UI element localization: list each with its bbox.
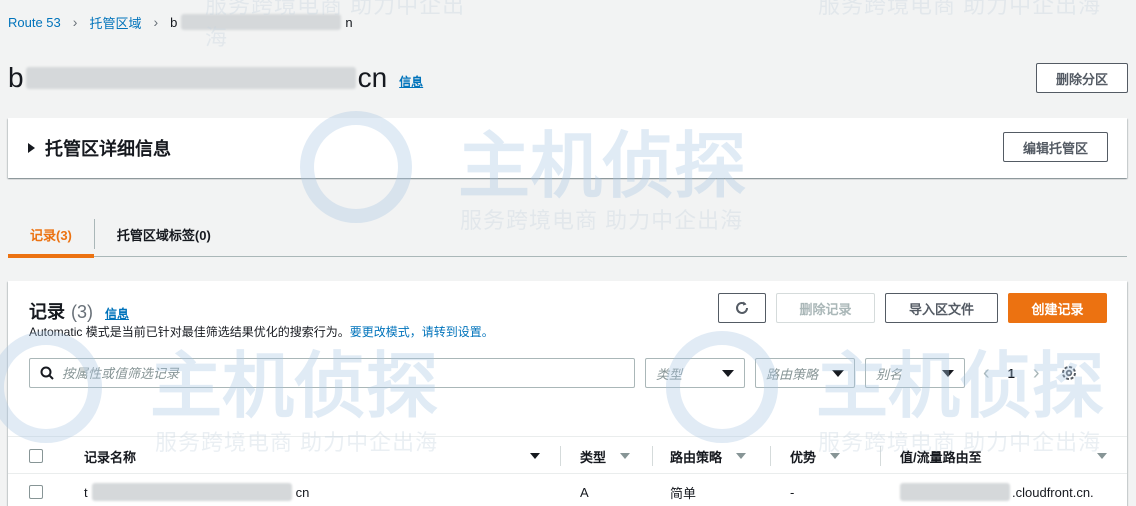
select-all-checkbox[interactable] bbox=[29, 449, 43, 463]
page-title-prefix: b bbox=[8, 62, 24, 93]
redacted-block bbox=[91, 483, 292, 501]
breadcrumb-hosted-zones-link[interactable]: 托管区域 bbox=[89, 13, 141, 32]
sort-caret-icon bbox=[620, 453, 631, 459]
record-value-suffix: .cloudfront.cn. bbox=[1012, 484, 1094, 500]
pagination: ‹ 1 › bbox=[983, 358, 1078, 388]
redacted-block bbox=[181, 14, 342, 30]
change-mode-link[interactable]: 要更改模式， bbox=[350, 325, 422, 339]
hosted-zone-details-toggle[interactable]: 托管区详细信息 bbox=[28, 135, 171, 161]
records-title: 记录 bbox=[29, 302, 65, 322]
column-label: 记录名称 bbox=[84, 449, 137, 465]
previous-page-icon[interactable]: ‹ bbox=[983, 362, 990, 385]
records-description-text: Automatic 模式是当前已针对最佳筛选结果优化的搜索行为。 bbox=[29, 325, 350, 339]
chevron-right-icon: › bbox=[72, 14, 78, 30]
sort-caret-icon bbox=[1097, 453, 1107, 459]
page-info-link[interactable]: 信息 bbox=[399, 73, 423, 90]
record-search-input[interactable] bbox=[62, 365, 634, 381]
record-search-box bbox=[29, 358, 635, 388]
column-label: 优势 bbox=[790, 449, 817, 465]
delete-record-button[interactable]: 删除记录 bbox=[776, 293, 875, 323]
column-divider bbox=[880, 446, 881, 466]
column-label: 路由策略 bbox=[670, 449, 723, 465]
tab-records[interactable]: 记录(3) bbox=[8, 212, 94, 258]
select-all-cell bbox=[29, 437, 43, 475]
watermark: 服务跨境电商 助力中企出海 bbox=[666, 0, 1136, 20]
records-panel: 记录 (3) 信息 Automatic 模式是当前已针对最佳筛选结果优化的搜索行… bbox=[8, 281, 1127, 506]
sort-caret-icon bbox=[530, 453, 540, 459]
row-checkbox[interactable] bbox=[29, 485, 43, 499]
column-header-type[interactable]: 类型 bbox=[580, 437, 631, 475]
chevron-right-icon: › bbox=[153, 14, 159, 30]
breadcrumb-route53-link[interactable]: Route 53 bbox=[8, 15, 61, 30]
current-page-number[interactable]: 1 bbox=[1008, 366, 1015, 381]
sort-caret-icon bbox=[736, 453, 747, 459]
records-actions: 删除记录 导入区文件 创建记录 bbox=[718, 293, 1107, 323]
record-name-prefix: t bbox=[84, 484, 88, 500]
breadcrumb-current-prefix: b bbox=[170, 14, 178, 30]
records-description: Automatic 模式是当前已针对最佳筛选结果优化的搜索行为。要更改模式，请转… bbox=[29, 323, 494, 340]
sort-caret-icon bbox=[830, 453, 841, 459]
column-header-advantage[interactable]: 优势 bbox=[790, 437, 841, 475]
record-name-suffix: cn bbox=[295, 484, 310, 500]
routing-policy-filter-select[interactable]: 路由策略 bbox=[755, 358, 855, 388]
page-header: b cn 信息 bbox=[8, 58, 1128, 98]
records-count: (3) bbox=[71, 302, 93, 322]
page-title-suffix: cn bbox=[357, 62, 388, 93]
import-zone-file-button[interactable]: 导入区文件 bbox=[885, 293, 998, 323]
page-title: b cn bbox=[8, 62, 387, 94]
caret-down-icon bbox=[942, 369, 954, 377]
caret-down-icon bbox=[722, 369, 734, 377]
edit-hosted-zone-button[interactable]: 编辑托管区 bbox=[1002, 132, 1108, 162]
table-row[interactable]: t cn A 简单 - .cloudfront.cn. bbox=[8, 475, 1127, 506]
records-info-link[interactable]: 信息 bbox=[105, 305, 129, 322]
record-type-cell: A bbox=[580, 484, 589, 500]
column-header-routing-policy[interactable]: 路由策略 bbox=[670, 437, 747, 475]
column-header-record-name[interactable]: 记录名称 bbox=[84, 437, 540, 475]
hosted-zone-details-panel: 托管区详细信息 编辑托管区 bbox=[8, 118, 1127, 178]
type-filter-select[interactable]: 类型 bbox=[645, 358, 745, 388]
row-select-cell bbox=[29, 475, 43, 506]
records-table-header: 记录名称 类型 路由策略 优势 值/流量路由至 bbox=[8, 436, 1127, 474]
column-header-value[interactable]: 值/流量路由至 bbox=[900, 437, 1107, 475]
column-label: 值/流量路由至 bbox=[900, 449, 982, 465]
record-routing-cell: 简单 bbox=[670, 485, 697, 501]
type-filter-label: 类型 bbox=[656, 366, 683, 382]
search-icon bbox=[40, 366, 54, 380]
breadcrumb-current-suffix: n bbox=[345, 14, 353, 30]
create-record-button[interactable]: 创建记录 bbox=[1008, 293, 1107, 323]
record-advantage-cell: - bbox=[790, 484, 795, 500]
refresh-icon bbox=[736, 301, 748, 314]
delete-zone-button[interactable]: 删除分区 bbox=[1035, 63, 1128, 93]
records-header: 记录 (3) 信息 bbox=[29, 298, 129, 324]
tab-bar: 记录(3) 托管区域标签(0) bbox=[8, 212, 1127, 258]
breadcrumb: Route 53 › 托管区域 › b n bbox=[8, 12, 353, 32]
column-divider bbox=[652, 446, 653, 466]
column-divider bbox=[770, 446, 771, 466]
record-value-cell: .cloudfront.cn. bbox=[900, 475, 1094, 506]
go-to-settings-link[interactable]: 请转到设置。 bbox=[422, 325, 494, 339]
alias-filter-label: 别名 bbox=[876, 366, 903, 382]
record-name-cell: t cn bbox=[84, 475, 309, 506]
settings-gear-icon[interactable] bbox=[1060, 364, 1078, 382]
caret-right-icon bbox=[28, 143, 35, 153]
watermark-slogan: 服务跨境电商 助力中企出海 bbox=[818, 0, 1102, 18]
redacted-block bbox=[900, 483, 1010, 501]
breadcrumb-current: b n bbox=[170, 14, 353, 30]
redacted-block bbox=[25, 67, 356, 89]
hosted-zone-details-title: 托管区详细信息 bbox=[45, 139, 171, 159]
next-page-icon[interactable]: › bbox=[1033, 362, 1040, 385]
column-label: 类型 bbox=[580, 449, 607, 465]
caret-down-icon bbox=[832, 369, 844, 377]
routing-policy-filter-label: 路由策略 bbox=[766, 366, 819, 382]
alias-filter-select[interactable]: 别名 bbox=[865, 358, 965, 388]
column-divider bbox=[560, 446, 561, 466]
refresh-button[interactable] bbox=[718, 293, 766, 323]
tab-hosted-zone-tags[interactable]: 托管区域标签(0) bbox=[95, 212, 233, 257]
